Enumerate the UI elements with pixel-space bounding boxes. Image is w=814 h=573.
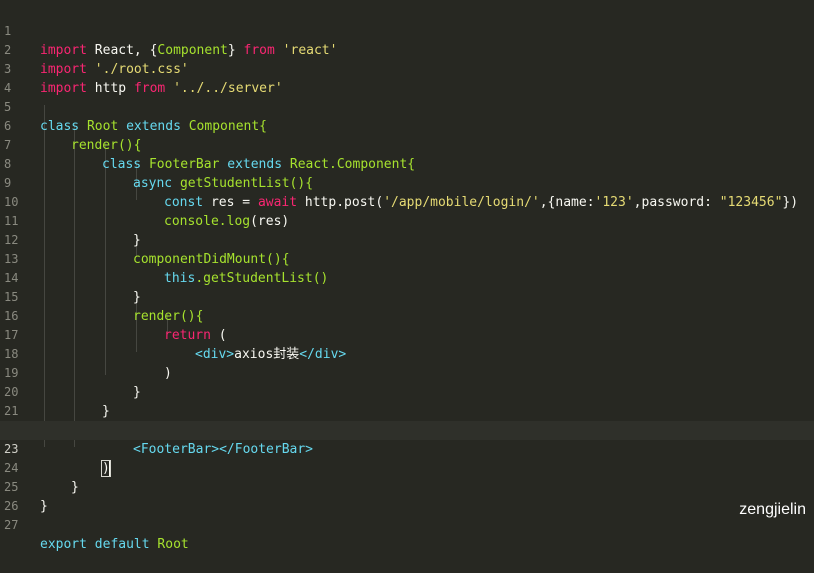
- code-line[interactable]: 5 class Root extends Component{: [0, 79, 814, 134]
- code-line[interactable]: 7 class FooterBar extends React.Componen…: [0, 117, 814, 172]
- code-line[interactable]: 16 return (: [0, 288, 814, 343]
- keyword: default: [94, 537, 150, 552]
- code-line[interactable]: 1 import React, {Component} from 'react': [0, 3, 814, 58]
- line-number: 27: [4, 518, 19, 532]
- code-line[interactable]: 27 export default Root: [0, 497, 814, 552]
- code-line[interactable]: 6 render(){: [0, 98, 814, 153]
- code-line[interactable]: 11 }: [0, 193, 814, 248]
- code-line[interactable]: 25 }: [0, 459, 814, 514]
- code-line[interactable]: 10 console.log(res): [0, 174, 814, 229]
- code-line[interactable]: 15 render(){: [0, 269, 814, 324]
- code-line[interactable]: 12 componentDidMount(){: [0, 212, 814, 267]
- code-line[interactable]: 20 }: [0, 364, 814, 419]
- code-line[interactable]: 18 ): [0, 326, 814, 381]
- code-line[interactable]: 24 }: [0, 440, 814, 495]
- current-line[interactable]: 23 ): [0, 421, 814, 477]
- code-text: export default Root: [40, 535, 189, 554]
- code-line[interactable]: 22 <FooterBar></FooterBar>: [0, 402, 814, 457]
- code-line[interactable]: 2 import './root.css': [0, 22, 814, 77]
- code-line[interactable]: 13 this.getStudentList(): [0, 231, 814, 286]
- code-line[interactable]: 14 }: [0, 250, 814, 305]
- keyword: export: [40, 537, 87, 552]
- code-line[interactable]: 19 }: [0, 345, 814, 400]
- code-editor[interactable]: 1 import React, {Component} from 'react'…: [0, 0, 814, 552]
- code-line[interactable]: 8 async getStudentList(){: [0, 136, 814, 191]
- code-line[interactable]: 9 const res = await http.post('/app/mobi…: [0, 155, 814, 210]
- code-line[interactable]: 3 import http from '../../server': [0, 41, 814, 96]
- class-name: Root: [157, 537, 189, 552]
- code-line[interactable]: 26: [0, 478, 814, 513]
- code-line[interactable]: 21 return (: [0, 383, 814, 439]
- code-line[interactable]: 4: [0, 60, 814, 95]
- code-line[interactable]: 17 <div>axios封装</div>: [0, 307, 814, 362]
- watermark: zengjielin: [739, 501, 806, 518]
